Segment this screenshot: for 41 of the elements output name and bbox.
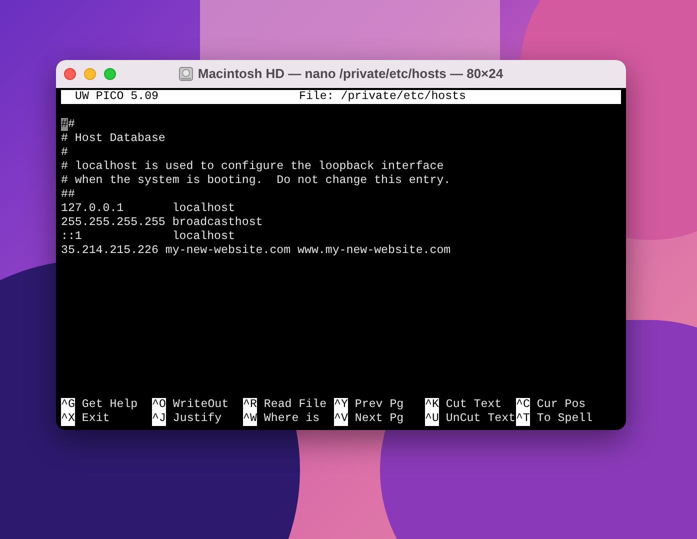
shortcut-key: ^C: [516, 398, 530, 412]
shortcut-key: ^U: [425, 412, 439, 426]
text-line: 127.0.0.1 localhost: [61, 202, 235, 216]
shortcut-key: ^X: [61, 412, 75, 426]
shortcut-label: WriteOut: [172, 398, 229, 412]
shortcut-label: UnCut Text: [446, 412, 516, 426]
shortcut-label: Exit: [82, 412, 110, 426]
shortcut-key: ^K: [425, 398, 439, 412]
shortcut-key: ^Y: [334, 398, 348, 412]
text-line: ##: [61, 188, 75, 202]
zoom-button[interactable]: [104, 68, 116, 80]
window-title: Macintosh HD — nano /private/etc/hosts — 80×24: [198, 65, 504, 84]
shortcut-key: ^J: [152, 412, 166, 426]
text-line: 255.255.255.255 broadcasthost: [61, 216, 263, 230]
shortcut-label: Get Help: [82, 398, 138, 412]
shortcut-key: ^R: [243, 398, 257, 412]
shortcut-label: Justify: [172, 412, 222, 426]
shortcut-label: Cur Pos: [536, 398, 586, 412]
shortcut-key: ^W: [243, 412, 257, 426]
text-line: ::1 localhost: [61, 230, 235, 244]
file-name: File: /private/etc/hosts: [299, 90, 466, 104]
shortcut-label: To Spell: [536, 412, 593, 426]
shortcut-key: ^G: [61, 398, 75, 412]
shortcut-key: ^V: [334, 412, 348, 426]
minimize-button[interactable]: [84, 68, 96, 80]
shortcut-label: Prev Pg: [354, 398, 404, 412]
text-line: 35.214.215.226 my-new-website.com www.my-new-website.com: [61, 244, 451, 258]
shortcut-label: Where is: [264, 412, 320, 426]
shortcut-label: Next Pg: [354, 412, 404, 426]
close-button[interactable]: [64, 68, 76, 80]
text-line: # localhost is used to configure the loopback interface: [61, 160, 444, 174]
hard-drive-icon: [178, 67, 193, 81]
shortcut-label: Read File: [264, 398, 327, 412]
program-name: UW PICO 5.09: [74, 90, 160, 104]
shortcut-key: ^T: [516, 412, 530, 426]
shortcut-label: Cut Text: [446, 398, 502, 412]
text-line: #: [61, 146, 68, 160]
text-line: ##: [61, 118, 75, 132]
text-line: # when the system is booting. Do not change this entry.: [61, 174, 451, 188]
text-line: # Host Database: [61, 132, 166, 146]
shortcut-key: ^O: [152, 398, 166, 412]
